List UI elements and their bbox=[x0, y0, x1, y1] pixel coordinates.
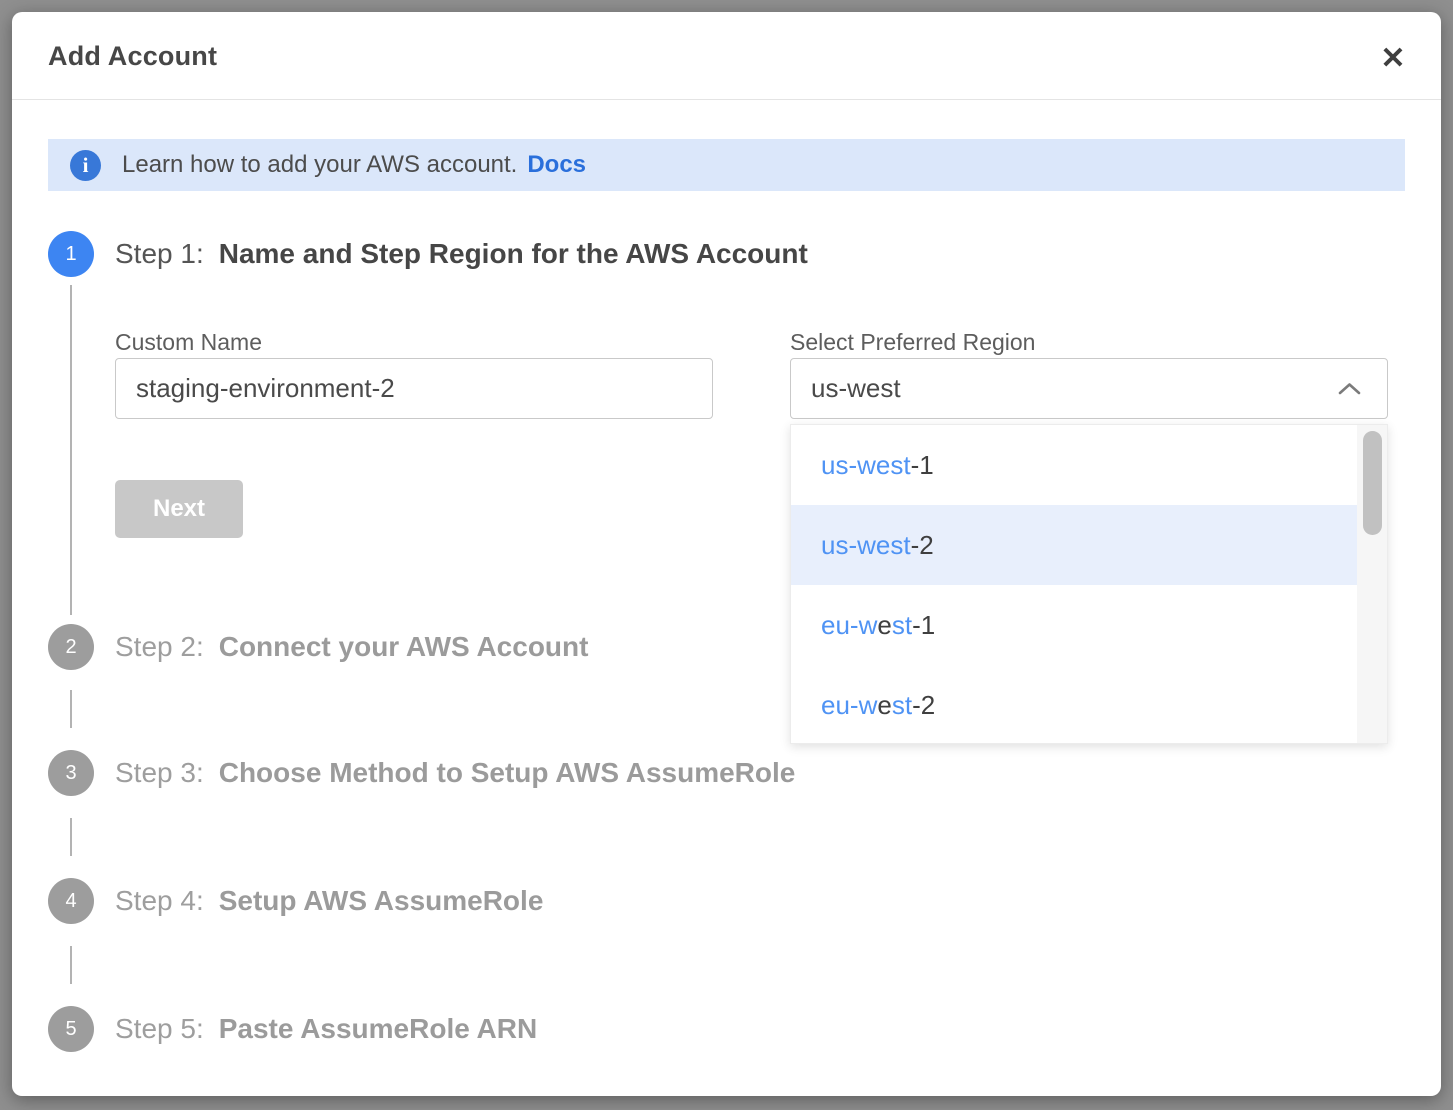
option-match-text: us-west bbox=[821, 450, 911, 481]
option-plain-text: -1 bbox=[912, 610, 935, 641]
modal-header: Add Account ✕ bbox=[12, 12, 1441, 100]
option-plain-text: e bbox=[877, 610, 891, 641]
step2-prefix: Step 2: bbox=[115, 631, 204, 663]
add-account-modal: Add Account ✕ i Learn how to add your AW… bbox=[12, 12, 1441, 1096]
step2-title: Connect your AWS Account bbox=[219, 631, 589, 663]
step5-title: Paste AssumeRole ARN bbox=[219, 1013, 537, 1045]
docs-link[interactable]: Docs bbox=[527, 151, 586, 179]
step3-badge: 3 bbox=[48, 750, 94, 796]
step1-title: Name and Step Region for the AWS Account bbox=[219, 238, 808, 270]
option-plain-text: -2 bbox=[911, 530, 934, 561]
modal-title: Add Account bbox=[48, 12, 217, 100]
step3-heading: Step 3: Choose Method to Setup AWS Assum… bbox=[115, 750, 795, 796]
region-value: us-west bbox=[791, 373, 1336, 404]
step4-heading: Step 4: Setup AWS AssumeRole bbox=[115, 878, 543, 924]
info-banner: i Learn how to add your AWS account. Doc… bbox=[48, 139, 1405, 191]
region-option-eu-west-2[interactable]: eu-west-2 bbox=[791, 665, 1357, 745]
next-button[interactable]: Next bbox=[115, 480, 243, 538]
dropdown-scrollbar-thumb[interactable] bbox=[1363, 431, 1382, 535]
region-option-us-west-2[interactable]: us-west-2 bbox=[791, 505, 1357, 585]
dropdown-scrollbar-track[interactable] bbox=[1357, 425, 1387, 743]
close-icon[interactable]: ✕ bbox=[1371, 36, 1415, 80]
step1-badge: 1 bbox=[48, 231, 94, 277]
info-icon: i bbox=[70, 150, 101, 181]
step-connector-4-5 bbox=[70, 946, 72, 984]
option-match-text: st bbox=[892, 690, 912, 721]
step1-heading: Step 1: Name and Step Region for the AWS… bbox=[115, 231, 808, 277]
option-match-text: us-west bbox=[821, 530, 911, 561]
step4-title: Setup AWS AssumeRole bbox=[219, 885, 544, 917]
region-combobox[interactable]: us-west bbox=[790, 358, 1388, 419]
region-option-eu-west-1[interactable]: eu-west-1 bbox=[791, 585, 1357, 665]
custom-name-input[interactable] bbox=[115, 358, 713, 419]
option-match-text: eu-w bbox=[821, 610, 877, 641]
banner-text: Learn how to add your AWS account. bbox=[122, 151, 517, 179]
step2-badge: 2 bbox=[48, 624, 94, 670]
step5-heading: Step 5: Paste AssumeRole ARN bbox=[115, 1006, 537, 1052]
step-connector-3-4 bbox=[70, 818, 72, 856]
chevron-up-icon[interactable] bbox=[1336, 380, 1387, 397]
step4-prefix: Step 4: bbox=[115, 885, 204, 917]
step5-badge: 5 bbox=[48, 1006, 94, 1052]
step5-prefix: Step 5: bbox=[115, 1013, 204, 1045]
modal-backdrop: Add Account ✕ i Learn how to add your AW… bbox=[0, 0, 1453, 1110]
region-option-us-west-1[interactable]: us-west-1 bbox=[791, 425, 1357, 505]
option-plain-text: -2 bbox=[912, 690, 935, 721]
region-dropdown-list: us-west-1 us-west-2 eu-west-1 eu-west-2 bbox=[790, 424, 1388, 744]
step1-prefix: Step 1: bbox=[115, 238, 204, 270]
step2-heading: Step 2: Connect your AWS Account bbox=[115, 624, 588, 670]
step-connector-1-2 bbox=[70, 285, 72, 615]
option-plain-text: e bbox=[877, 690, 891, 721]
option-match-text: st bbox=[892, 610, 912, 641]
step3-title: Choose Method to Setup AWS AssumeRole bbox=[219, 757, 796, 789]
region-label: Select Preferred Region bbox=[790, 329, 1035, 356]
option-plain-text: -1 bbox=[911, 450, 934, 481]
custom-name-label: Custom Name bbox=[115, 329, 262, 356]
option-match-text: eu-w bbox=[821, 690, 877, 721]
step4-badge: 4 bbox=[48, 878, 94, 924]
step3-prefix: Step 3: bbox=[115, 757, 204, 789]
step-connector-2-3 bbox=[70, 690, 72, 728]
